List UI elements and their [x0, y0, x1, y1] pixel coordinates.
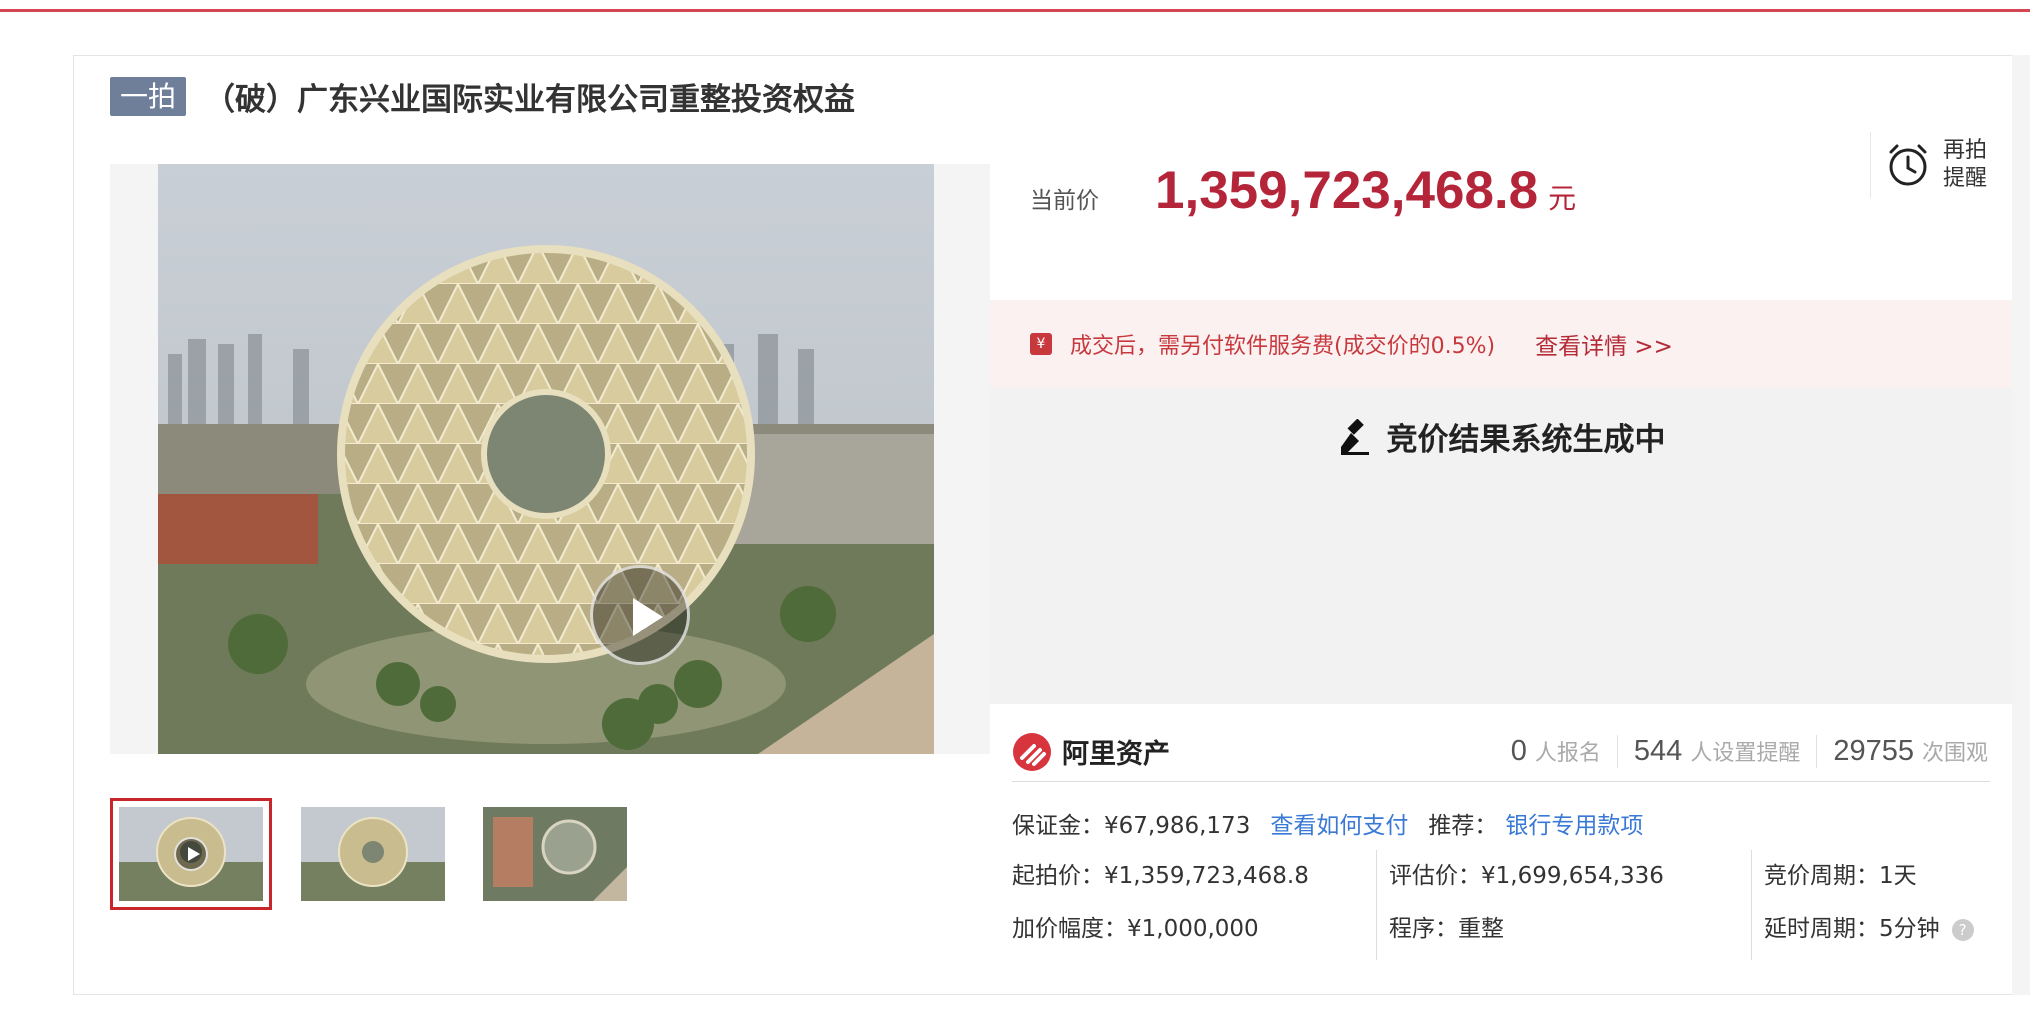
deposit-row: 保证金：¥67,986,173 查看如何支付 推荐： 银行专用款项: [1012, 805, 1643, 841]
main-video-image[interactable]: [158, 164, 934, 754]
gavel-icon: [1340, 418, 1369, 455]
current-price-label: 当前价: [1030, 188, 1099, 214]
re-auction-reminder-button[interactable]: 再拍提醒: [1870, 132, 2000, 198]
main-media: [110, 164, 990, 754]
page-edge: [2012, 55, 2030, 995]
stats-group: 0 人报名 544 人设置提醒 29755 次围观: [1495, 735, 1990, 768]
stat-label: 次围观: [1921, 741, 1988, 766]
stat-views: 29755 次围观: [1816, 735, 1990, 768]
stats-row: 阿里资产 0 人报名 544 人设置提醒 29755 次围观: [1012, 722, 1990, 782]
ali-assets-logo-icon: [1013, 732, 1051, 771]
auction-info-grid: 起拍价：¥1,359,723,468.8 加价幅度：¥1,000,000 评估价…: [1012, 850, 1990, 960]
bank-payment-link[interactable]: 银行专用款项: [1505, 806, 1643, 840]
yen-tag-icon: ¥: [1030, 333, 1052, 355]
brand: 阿里资产: [1012, 732, 1170, 772]
price-unit: 元: [1548, 182, 1577, 215]
current-price-row: 当前价 1,359,723,468.8 元: [1030, 160, 1576, 230]
service-fee-text: 成交后，需另付软件服务费(成交价的0.5%): [1070, 334, 1496, 359]
top-accent-bar: [0, 0, 2030, 12]
stat-label: 人报名: [1534, 741, 1601, 766]
play-icon: [174, 837, 208, 871]
stat-label: 人设置提醒: [1690, 741, 1801, 766]
title-row: 一拍 （破）广东兴业国际实业有限公司重整投资权益: [110, 76, 856, 118]
info-column-1: 起拍价：¥1,359,723,468.8 加价幅度：¥1,000,000: [1012, 850, 1376, 960]
stat-number: 29755: [1833, 735, 1914, 767]
bid-result-panel: 竞价结果系统生成中: [990, 388, 2012, 704]
deposit-amount: 保证金：¥67,986,173: [1012, 813, 1251, 839]
thumbnail-video[interactable]: [110, 798, 272, 910]
thumbnail-aerial[interactable]: [474, 798, 636, 910]
procedure-type: 程序：重整: [1389, 916, 1504, 942]
stat-number: 544: [1633, 735, 1683, 767]
delay-period-row: 延时周期：5分钟?: [1764, 903, 1990, 956]
current-price-value: 1,359,723,468.8: [1155, 161, 1539, 220]
recommend-label: 推荐：: [1428, 813, 1498, 839]
auction-round-badge: 一拍: [110, 76, 187, 116]
bid-period: 竞价周期：1天: [1764, 863, 1917, 889]
view-details-link[interactable]: 查看详情 >>: [1535, 327, 1673, 361]
video-play-button[interactable]: [590, 565, 690, 665]
page-title: （破）广东兴业国际实业有限公司重整投资权益: [204, 81, 856, 118]
how-to-pay-link[interactable]: 查看如何支付: [1270, 806, 1408, 840]
bid-result-status: 竞价结果系统生成中: [1386, 422, 1666, 458]
alarm-clock-icon: [1889, 144, 1927, 186]
start-price: 起拍价：¥1,359,723,468.8: [1012, 863, 1309, 889]
re-auction-reminder-label: 再拍提醒: [1943, 138, 1988, 191]
delay-period: 延时周期：5分钟: [1764, 916, 1940, 942]
info-column-3: 竞价周期：1天 延时周期：5分钟?: [1751, 850, 1990, 960]
service-fee-notice: ¥ 成交后，需另付软件服务费(成交价的0.5%) 查看详情 >>: [990, 300, 2012, 388]
stat-registrants: 0 人报名: [1495, 735, 1617, 768]
stat-reminders: 544 人设置提醒: [1616, 735, 1816, 768]
info-column-2: 评估价：¥1,699,654,336 程序：重整: [1376, 850, 1751, 960]
thumbnail-strip: [110, 798, 636, 910]
bid-increment: 加价幅度：¥1,000,000: [1012, 916, 1259, 942]
help-icon[interactable]: ?: [1951, 918, 1974, 941]
brand-name: 阿里资产: [1062, 739, 1170, 770]
appraisal-price: 评估价：¥1,699,654,336: [1389, 863, 1664, 889]
stat-number: 0: [1510, 735, 1527, 767]
thumbnail-photo[interactable]: [292, 798, 454, 910]
